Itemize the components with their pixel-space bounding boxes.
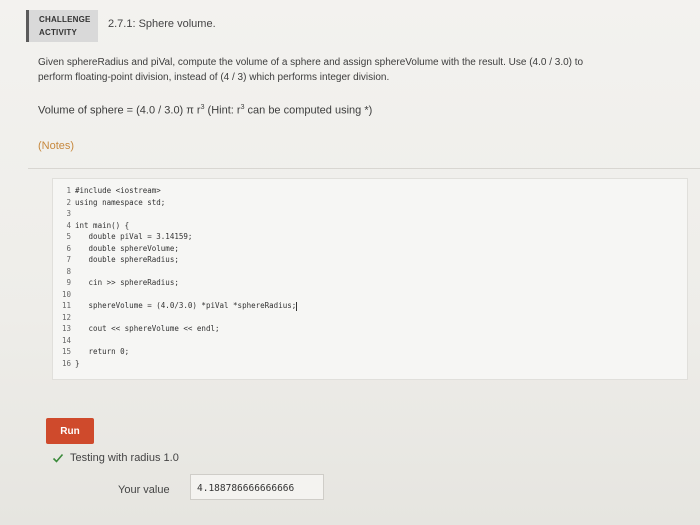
instructions: Given sphereRadius and piVal, compute th…: [38, 55, 658, 85]
test-label: Testing with radius 1.0: [70, 452, 179, 464]
formula-prefix: Volume of sphere = (4.0 / 3.0) π r: [38, 104, 201, 117]
activity-header: CHALLENGE ACTIVITY 2.7.1: Sphere volume.: [26, 10, 216, 42]
test-result: Testing with radius 1.0: [52, 452, 179, 464]
code-editor[interactable]: 1 2 3 4 5 6 7 8 9 10 11 12 13 14 15 16 #include <iostre…: [52, 178, 688, 380]
line-number: 6: [66, 243, 71, 253]
code-line[interactable]: }: [75, 358, 297, 370]
line-number: 14: [61, 335, 71, 345]
line-number: 15: [61, 347, 71, 356]
instructions-line-1: Given sphereRadius and piVal, compute th…: [38, 57, 584, 68]
line-number: 2: [66, 197, 71, 207]
code-line[interactable]: using namespace std;: [75, 197, 297, 209]
code-line[interactable]: sphereVolume = (4.0/3.0) *piVal *sphereR…: [75, 300, 298, 312]
instructions-line-2: perform floating-point division, instead…: [38, 72, 390, 83]
badge-line-1: CHALLENGE: [39, 15, 91, 24]
code-line[interactable]: double sphereRadius;: [75, 254, 297, 266]
line-number: 16: [61, 358, 71, 368]
code-line[interactable]: cout << sphereVolume << endl;: [75, 323, 297, 335]
code-line[interactable]: [75, 266, 297, 278]
code-line[interactable]: [75, 208, 297, 220]
code-line[interactable]: double piVal = 3.14159;: [75, 231, 297, 243]
code-line[interactable]: [75, 335, 297, 347]
code-line[interactable]: int main() {: [75, 220, 297, 232]
your-value-label: Your value: [118, 484, 170, 496]
line-number: 5: [66, 232, 71, 241]
page: CHALLENGE ACTIVITY 2.7.1: Sphere volume.…: [0, 0, 700, 525]
line-number: 13: [61, 324, 71, 333]
formula-hint-end: can be computed using *): [244, 104, 373, 117]
notes-link[interactable]: (Notes): [38, 140, 74, 152]
line-number: 9: [66, 278, 71, 287]
code-line[interactable]: #include <iostream>: [75, 185, 297, 197]
your-value-output: 4.188786666666666: [190, 474, 324, 500]
line-number: 8: [66, 266, 71, 276]
volume-formula: Volume of sphere = (4.0 / 3.0) π r3 (Hin…: [38, 104, 658, 117]
line-number: 1: [66, 186, 71, 195]
code-line[interactable]: [75, 312, 297, 324]
line-number: 7: [66, 255, 71, 264]
text-cursor: [296, 301, 298, 311]
line-number: 11: [61, 301, 71, 310]
badge-line-2: ACTIVITY: [39, 28, 78, 37]
code-line[interactable]: double sphereVolume;: [75, 243, 297, 255]
run-button[interactable]: Run: [46, 418, 94, 444]
line-number: 4: [66, 220, 71, 230]
checkmark-icon: [52, 453, 64, 463]
code-line[interactable]: cin >> sphereRadius;: [75, 277, 297, 289]
code-line[interactable]: return 0;: [75, 346, 297, 358]
section-divider: [28, 168, 700, 169]
code-area[interactable]: #include <iostream> using namespace std; …: [75, 185, 298, 370]
formula-hint-start: (Hint: r: [204, 104, 241, 117]
line-number: 3: [66, 209, 71, 218]
challenge-activity-badge: CHALLENGE ACTIVITY: [26, 10, 98, 42]
code-line[interactable]: [75, 289, 297, 301]
line-number: 12: [61, 312, 71, 322]
activity-title: 2.7.1: Sphere volume.: [108, 18, 216, 30]
line-number: 10: [61, 289, 71, 299]
line-number-gutter: 1 2 3 4 5 6 7 8 9 10 11 12 13 14 15 16: [53, 185, 71, 369]
